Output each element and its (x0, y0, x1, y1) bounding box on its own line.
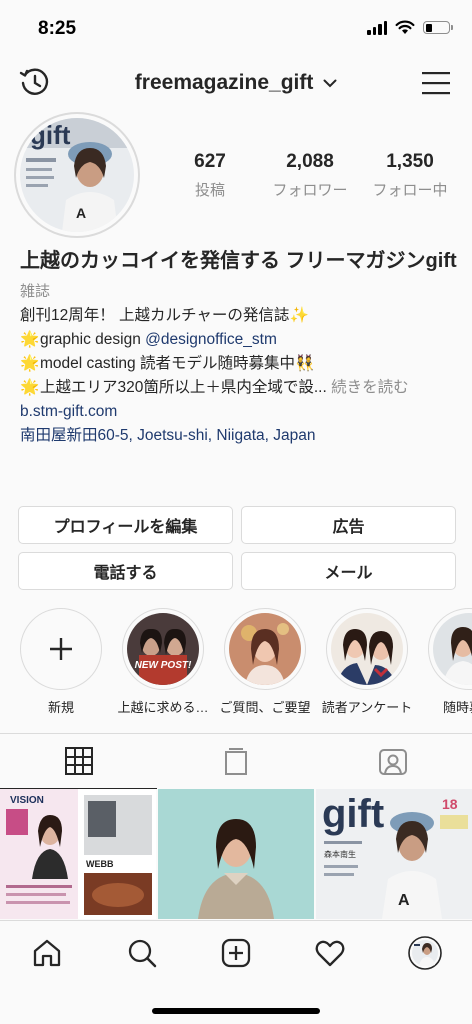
svg-text:NEW POST!: NEW POST! (135, 660, 192, 671)
heart-icon (316, 940, 345, 967)
nav-profile[interactable] (378, 936, 472, 970)
svg-text:A: A (398, 892, 410, 909)
profile-tabs (0, 733, 472, 789)
new-post-icon (221, 938, 251, 968)
grid-icon (64, 747, 93, 775)
posts-grid: VISION WEBB gift 18 森本南生 A (0, 789, 472, 919)
sparkle-emoji: ✨ (289, 307, 310, 324)
promote-button[interactable]: 広告 (241, 506, 456, 544)
profile-actions-row-1: プロフィールを編集 広告 (18, 506, 456, 544)
bio-line: 創刊12周年！ 上越カルチャーの発信誌✨ (20, 304, 460, 328)
story-highlights: 新規 NEW POST! 上越に求める… ご質問、ご要望 読者アンケート 随時 (14, 608, 472, 718)
search-icon (128, 939, 156, 968)
status-time: 8:25 (38, 18, 77, 39)
highlight-new[interactable]: 新規 (14, 608, 108, 718)
highlight-item[interactable]: 随時募集 (422, 608, 472, 718)
profile-bio: 上越のカッコイイを発信する フリーマガジンgift 雑誌 創刊12周年！ 上越カ… (20, 248, 460, 448)
home-indicator (152, 1008, 320, 1014)
wifi-icon (395, 20, 415, 34)
avatar-image: gift A (20, 118, 134, 232)
highlight-cover (229, 613, 301, 685)
svg-text:18: 18 (442, 796, 458, 812)
mention-link[interactable]: @designoffice_stm (145, 331, 277, 348)
svg-text:VISION: VISION (10, 795, 44, 806)
category-label: 雑誌 (20, 283, 51, 300)
bio-line: 🌟上越エリア320箇所以上＋県内全域で設... 続きを読む (20, 376, 460, 400)
highlight-label: 新規 (47, 700, 74, 715)
home-icon (34, 939, 61, 967)
tab-tagged[interactable] (315, 734, 472, 789)
highlight-label: 読者アンケート (321, 700, 413, 715)
following-count[interactable]: 1,350 フォロー中 (360, 151, 460, 200)
profile-stats: 627 投稿 2,088 フォロワー 1,350 フォロー中 (160, 151, 460, 200)
cellular-signal-icon (367, 20, 387, 35)
profile-avatar-icon (408, 936, 442, 970)
highlight-item[interactable]: 読者アンケート (320, 608, 414, 718)
highlight-label: 上越に求める… (117, 700, 209, 715)
igtv-icon (224, 747, 247, 775)
svg-text:gift: gift (322, 792, 384, 836)
status-bar: 8:25 (0, 0, 472, 56)
dancers-emoji: 👯 (295, 355, 315, 372)
tab-igtv[interactable] (157, 734, 314, 789)
nav-activity[interactable] (283, 937, 377, 969)
profile-header: freemagazine_gift (0, 58, 472, 108)
nav-home[interactable] (0, 937, 94, 969)
posts-count[interactable]: 627 投稿 (160, 151, 260, 200)
tagged-icon (379, 748, 408, 775)
bottom-navigation (0, 920, 472, 1024)
svg-text:森本南生: 森本南生 (324, 849, 356, 859)
highlight-cover (433, 613, 472, 685)
status-icons (367, 20, 453, 35)
nav-search[interactable] (94, 937, 188, 969)
address-link[interactable]: 南田屋新田60-5, Joetsu-shi, Niigata, Japan (20, 424, 460, 448)
highlight-item[interactable]: NEW POST! 上越に求める… (116, 608, 210, 718)
svg-text:gift: gift (30, 120, 71, 150)
highlight-item[interactable]: ご質問、ご要望 (218, 608, 312, 718)
plus-icon (50, 638, 72, 660)
highlight-label: 随時募集 (442, 700, 472, 715)
account-switcher[interactable]: freemagazine_gift (0, 71, 472, 95)
edit-profile-button[interactable]: プロフィールを編集 (18, 506, 233, 544)
username-label: freemagazine_gift (134, 71, 314, 94)
highlight-label: ご質問、ご要望 (219, 700, 311, 715)
chevron-down-icon (323, 79, 337, 88)
email-button[interactable]: メール (241, 552, 456, 590)
battery-icon (423, 21, 453, 34)
call-button[interactable]: 電話する (18, 552, 233, 590)
nav-new-post[interactable] (189, 937, 283, 969)
post-thumbnail[interactable]: VISION WEBB (0, 789, 156, 919)
highlight-cover: NEW POST! (127, 613, 199, 685)
star-emoji: 🌟 (20, 331, 40, 348)
profile-avatar[interactable]: gift A (14, 112, 140, 238)
svg-text:WEBB: WEBB (86, 859, 114, 869)
hamburger-menu-icon[interactable] (422, 70, 450, 96)
star-emoji: 🌟 (20, 379, 40, 396)
display-name: 上越のカッコイイを発信する フリーマガジンgift (20, 250, 457, 272)
followers-count[interactable]: 2,088 フォロワー (260, 151, 360, 200)
bio-line: 🌟model casting 読者モデル随時募集中👯 (20, 352, 460, 376)
profile-actions-row-2: 電話する メール (18, 552, 456, 590)
bio-line: 🌟graphic design @designoffice_stm (20, 328, 460, 352)
svg-text:A: A (76, 205, 86, 221)
star-emoji: 🌟 (20, 355, 40, 372)
highlight-cover (331, 613, 403, 685)
website-link[interactable]: b.stm-gift.com (20, 400, 460, 424)
read-more-link[interactable]: 続きを読む (331, 379, 409, 396)
post-thumbnail[interactable] (158, 789, 314, 919)
tab-grid[interactable] (0, 734, 158, 789)
post-thumbnail[interactable]: gift 18 森本南生 A (316, 789, 472, 919)
